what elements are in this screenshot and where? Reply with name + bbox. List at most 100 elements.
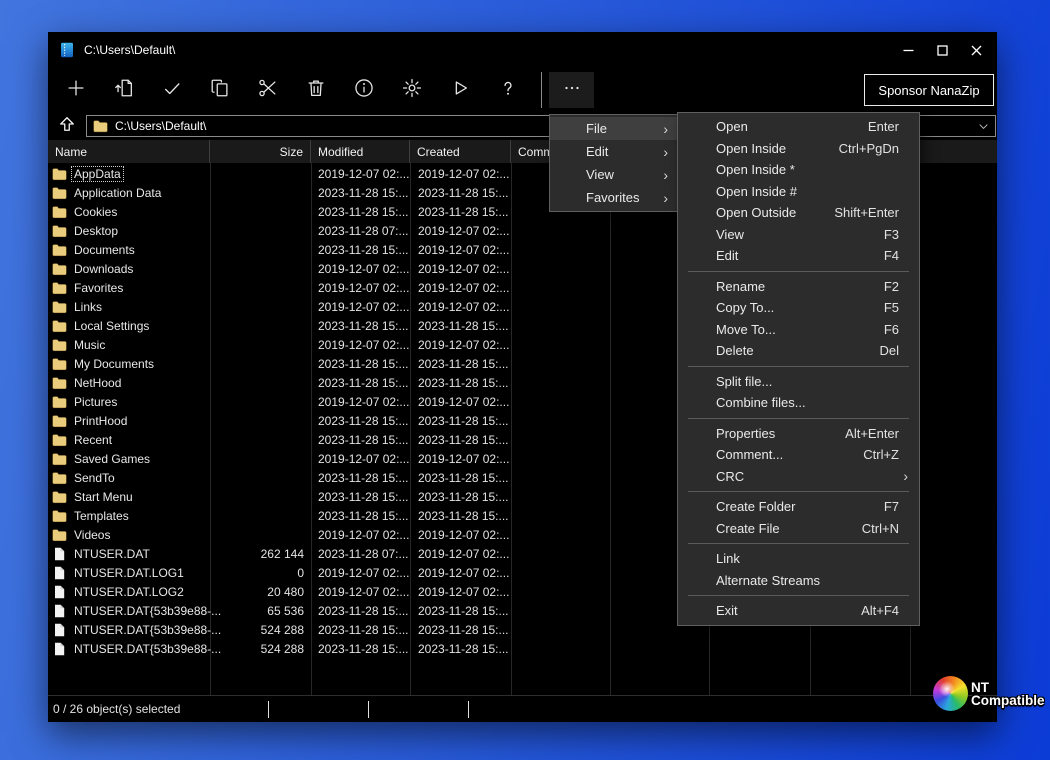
extract-icon [113, 77, 135, 104]
menu-item-shortcut: Ctrl+N [862, 521, 899, 536]
cell-created: 2019-12-07 02:... [410, 338, 511, 352]
cell-modified: 2019-12-07 02:... [311, 338, 410, 352]
cell-created: 2023-11-28 15:... [410, 186, 511, 200]
column-header-label: Name [55, 145, 87, 159]
cell-created: 2023-11-28 15:... [410, 414, 511, 428]
cell-created: 2023-11-28 15:... [410, 509, 511, 523]
menu-item-open[interactable]: OpenEnter [678, 116, 919, 138]
cell-modified: 2023-11-28 15:... [311, 509, 410, 523]
cell-modified: 2023-11-28 15:... [311, 376, 410, 390]
menu-item-open-inside[interactable]: Open Inside * [678, 159, 919, 181]
cell-name: Desktop [48, 224, 210, 238]
test-button[interactable] [160, 78, 184, 102]
cell-created: 2023-11-28 15:... [410, 319, 511, 333]
sponsor-button[interactable]: Sponsor NanaZip [864, 74, 994, 106]
menu-item-favorites[interactable]: Favorites› [550, 186, 678, 209]
cell-name: Recent [48, 433, 210, 447]
row-label: Recent [72, 433, 114, 447]
menu-item-file[interactable]: File› [550, 117, 678, 140]
cell-modified: 2023-11-28 15:... [311, 414, 410, 428]
menu-item-exit[interactable]: ExitAlt+F4 [678, 600, 919, 622]
menu-item-edit[interactable]: Edit› [550, 140, 678, 163]
menu-item-label: Create Folder [716, 499, 795, 514]
minimize-button[interactable] [891, 32, 925, 68]
row-label: My Documents [72, 357, 156, 371]
folder-icon [52, 338, 67, 352]
cell-name: NTUSER.DAT.LOG1 [48, 566, 210, 580]
cell-name: NetHood [48, 376, 210, 390]
menu-item-link[interactable]: Link [678, 548, 919, 570]
delete-button[interactable] [304, 78, 328, 102]
folder-icon [52, 376, 67, 390]
add-button[interactable] [64, 78, 88, 102]
menu-item-shortcut: F4 [884, 248, 899, 263]
help-button[interactable] [496, 78, 520, 102]
menu-item-open-inside[interactable]: Open Inside # [678, 181, 919, 203]
up-button[interactable] [48, 112, 86, 140]
cell-created: 2019-12-07 02:... [410, 395, 511, 409]
cell-modified: 2023-11-28 07:... [311, 547, 410, 561]
menu-item-move-to[interactable]: Move To...F6 [678, 319, 919, 341]
folder-icon [52, 528, 67, 542]
menu-item-view[interactable]: ViewF3 [678, 224, 919, 246]
cell-name: My Documents [48, 357, 210, 371]
address-input[interactable]: C:\Users\Default\ [115, 119, 206, 133]
menu-item-rename[interactable]: RenameF2 [678, 276, 919, 298]
folder-icon [93, 120, 108, 133]
menu-item-crc[interactable]: CRC› [678, 466, 919, 488]
menu-item-open-inside[interactable]: Open InsideCtrl+PgDn [678, 138, 919, 160]
column-header-size[interactable]: Size [210, 140, 311, 163]
folder-icon [52, 319, 67, 333]
menu-item-alternate-streams[interactable]: Alternate Streams [678, 570, 919, 592]
menu-item-label: Move To... [716, 322, 776, 337]
table-row[interactable]: NTUSER.DAT{53b39e88-...524 2882023-11-28… [48, 639, 997, 658]
menu-item-comment[interactable]: Comment...Ctrl+Z [678, 444, 919, 466]
menu-item-shortcut: F3 [884, 227, 899, 242]
chevron-down-icon[interactable] [977, 120, 990, 133]
menu-item-view[interactable]: View› [550, 163, 678, 186]
cell-created: 2023-11-28 15:... [410, 376, 511, 390]
cell-modified: 2019-12-07 02:... [311, 262, 410, 276]
info-button[interactable] [352, 78, 376, 102]
menu-item-properties[interactable]: PropertiesAlt+Enter [678, 423, 919, 445]
column-header-modified[interactable]: Modified [311, 140, 410, 163]
menu-item-shortcut: Enter [868, 119, 899, 134]
cell-created: 2019-12-07 02:... [410, 262, 511, 276]
menu-item-split-file[interactable]: Split file... [678, 371, 919, 393]
move-button[interactable] [256, 78, 280, 102]
column-header-label: Modified [318, 145, 363, 159]
menu-item-create-folder[interactable]: Create FolderF7 [678, 496, 919, 518]
maximize-button[interactable] [925, 32, 959, 68]
cell-created: 2019-12-07 02:... [410, 243, 511, 257]
move-icon [257, 77, 279, 104]
menu-item-shortcut: Alt+F4 [861, 603, 899, 618]
close-button[interactable] [959, 32, 993, 68]
menu-item-open-outside[interactable]: Open OutsideShift+Enter [678, 202, 919, 224]
file-icon [52, 585, 67, 599]
more-button[interactable] [549, 72, 594, 108]
menu-item-shortcut: Ctrl+Z [863, 447, 899, 462]
row-label: Music [72, 338, 107, 352]
extract-button[interactable] [112, 78, 136, 102]
titlebar[interactable]: C:\Users\Default\ [48, 32, 997, 68]
column-header-name[interactable]: Name [48, 140, 210, 163]
menu-item-copy-to[interactable]: Copy To...F5 [678, 297, 919, 319]
menu-separator [688, 366, 909, 367]
row-label: Cookies [72, 205, 119, 219]
cell-modified: 2019-12-07 02:... [311, 167, 410, 181]
copy-button[interactable] [208, 78, 232, 102]
cell-created: 2023-11-28 15:... [410, 490, 511, 504]
menu-item-delete[interactable]: DeleteDel [678, 340, 919, 362]
benchmark-button[interactable] [448, 78, 472, 102]
menu-item-combine-files[interactable]: Combine files... [678, 392, 919, 414]
row-label: SendTo [72, 471, 117, 485]
column-header-created[interactable]: Created [410, 140, 511, 163]
options-button[interactable] [400, 78, 424, 102]
benchmark-icon [449, 77, 471, 104]
menu-item-label: Alternate Streams [716, 573, 820, 588]
menu-item-create-file[interactable]: Create FileCtrl+N [678, 518, 919, 540]
statusbar-separator [268, 701, 269, 718]
file-icon [52, 642, 67, 656]
menu-item-edit[interactable]: EditF4 [678, 245, 919, 267]
cell-modified: 2023-11-28 15:... [311, 243, 410, 257]
